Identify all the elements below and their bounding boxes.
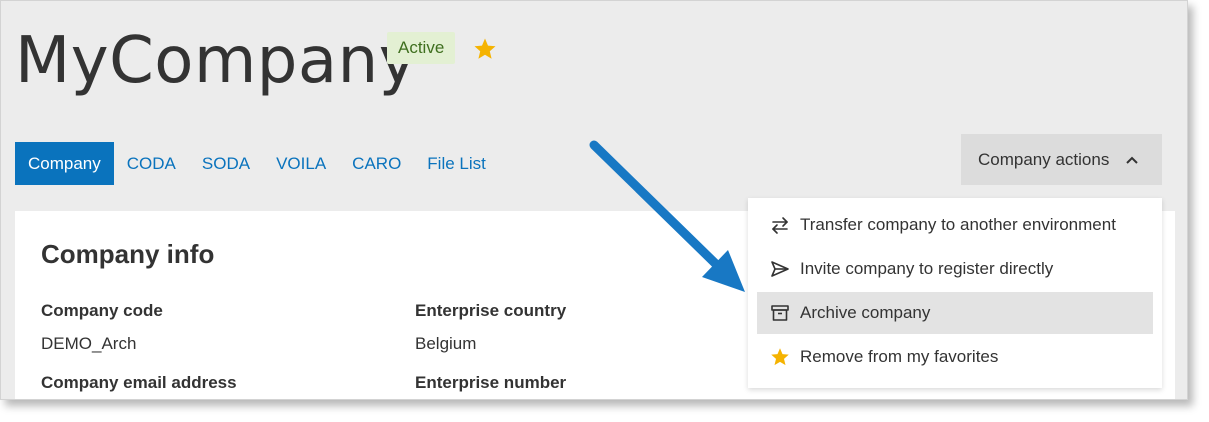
menu-item-label: Transfer company to another environment bbox=[800, 215, 1116, 234]
tab-bar: Company CODA SODA VOILA CARO File List bbox=[15, 142, 499, 185]
menu-item-remove-favorite[interactable]: Remove from my favorites bbox=[757, 336, 1153, 378]
archive-box-icon bbox=[771, 305, 789, 321]
company-code-value: DEMO_Arch bbox=[41, 334, 137, 353]
enterprise-number-label: Enterprise number bbox=[415, 373, 567, 392]
company-actions-button[interactable]: Company actions bbox=[961, 134, 1162, 185]
company-email-label: Company email address bbox=[41, 373, 237, 392]
star-icon bbox=[771, 348, 789, 366]
tab-file-list[interactable]: File List bbox=[414, 142, 499, 185]
menu-item-label: Archive company bbox=[800, 303, 931, 322]
section-title: Company info bbox=[41, 239, 215, 269]
company-code-label: Company code bbox=[41, 301, 163, 320]
enterprise-country-value: Belgium bbox=[415, 334, 477, 353]
menu-item-transfer[interactable]: Transfer company to another environment bbox=[757, 204, 1153, 246]
company-actions-menu: Transfer company to another environment … bbox=[748, 198, 1162, 388]
chevron-up-icon bbox=[1126, 156, 1139, 164]
status-badge: Active bbox=[387, 32, 456, 64]
tab-caro[interactable]: CARO bbox=[339, 142, 414, 185]
tab-soda[interactable]: SODA bbox=[189, 142, 263, 185]
enterprise-country-label: Enterprise country bbox=[415, 301, 567, 320]
star-icon[interactable] bbox=[473, 37, 497, 61]
menu-item-label: Remove from my favorites bbox=[800, 347, 999, 366]
tab-company[interactable]: Company bbox=[15, 142, 114, 185]
send-icon bbox=[771, 261, 789, 277]
swap-arrows-icon bbox=[772, 217, 788, 234]
company-actions-label: Company actions bbox=[978, 149, 1110, 169]
menu-item-invite[interactable]: Invite company to register directly bbox=[757, 248, 1153, 290]
tab-coda[interactable]: CODA bbox=[114, 142, 189, 185]
menu-item-archive[interactable]: Archive company bbox=[757, 292, 1153, 334]
page-title: MyCompany bbox=[15, 24, 418, 98]
tab-voila[interactable]: VOILA bbox=[263, 142, 339, 185]
menu-item-label: Invite company to register directly bbox=[800, 259, 1054, 278]
app-window: MyCompany Active Company CODA SODA VOILA… bbox=[0, 0, 1188, 400]
